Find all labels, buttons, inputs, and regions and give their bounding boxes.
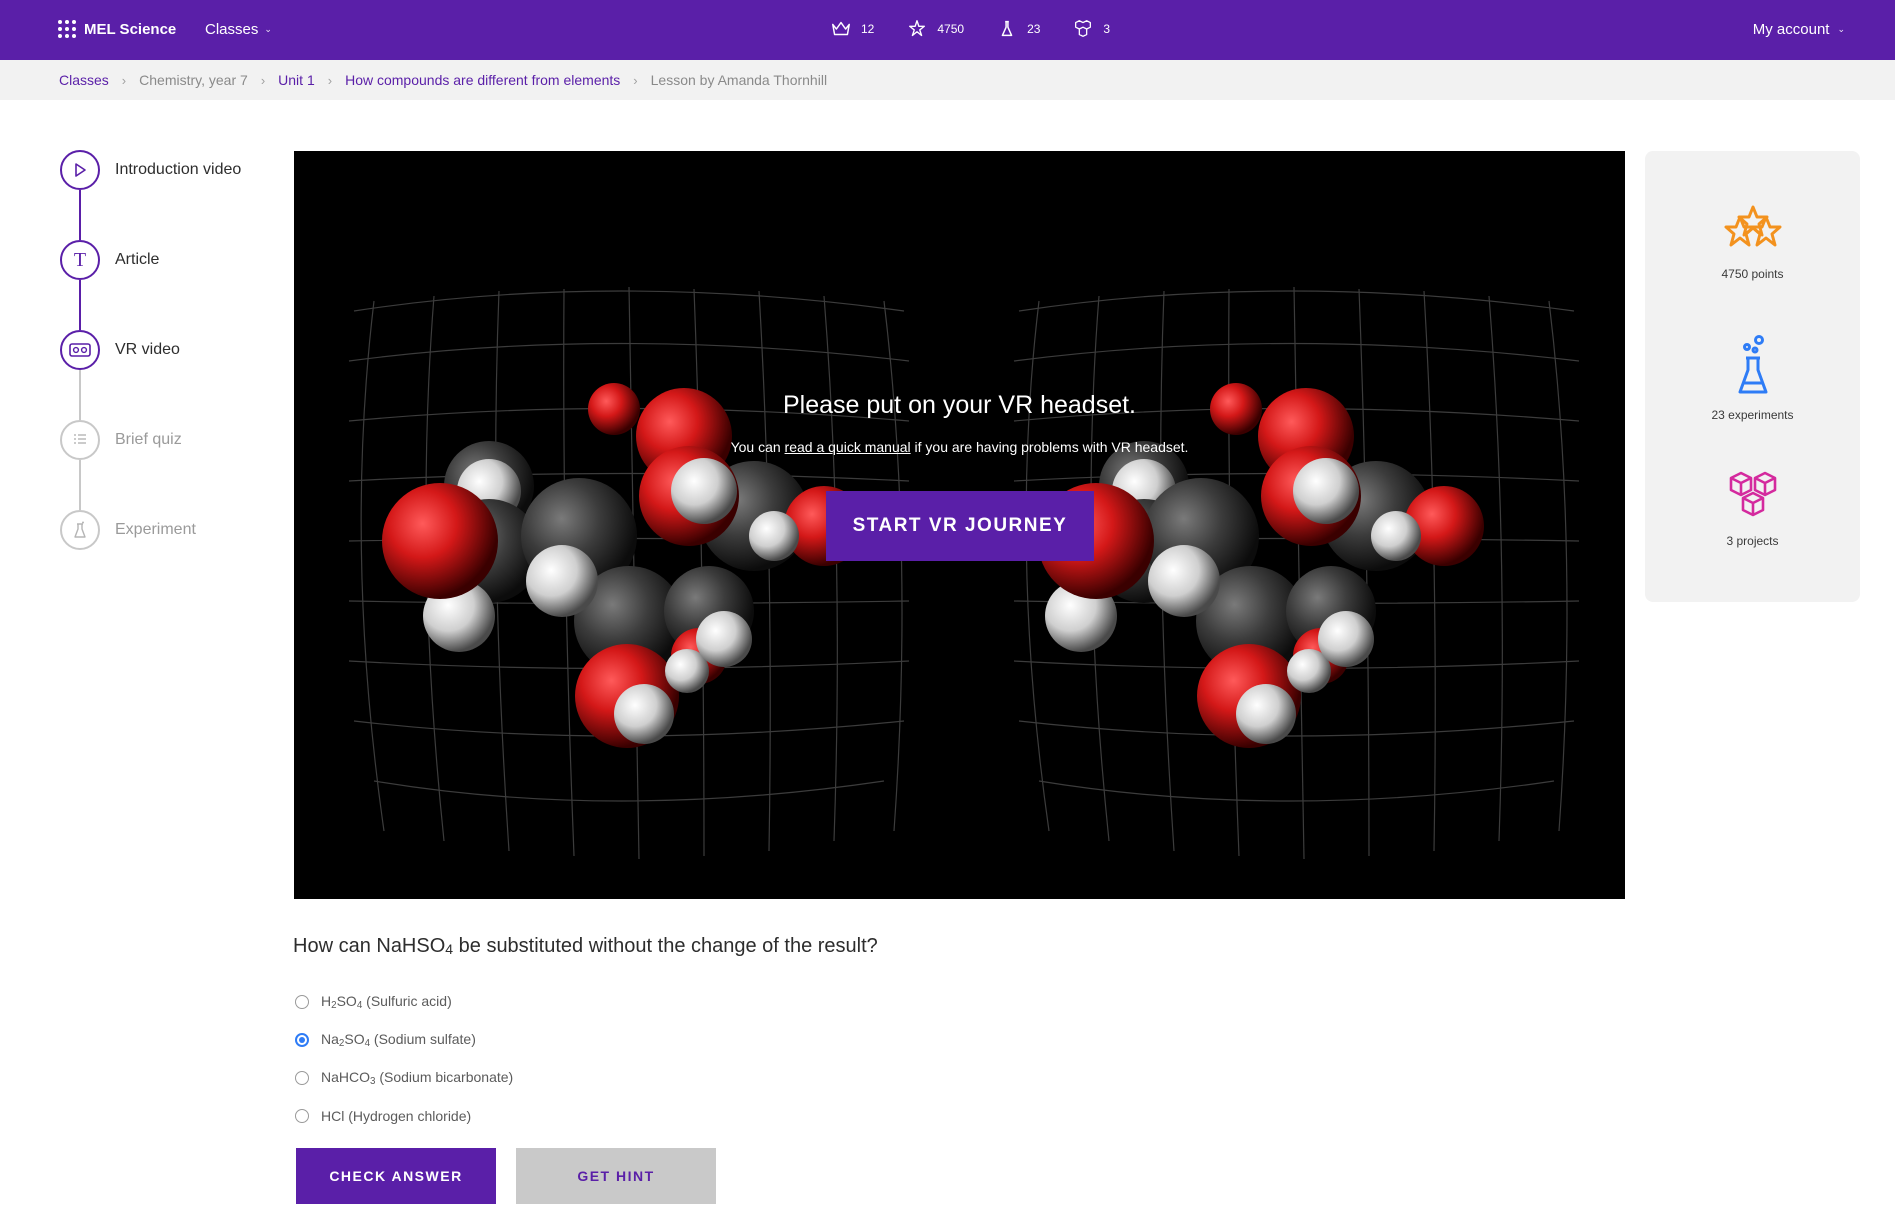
apps-grid-icon <box>58 20 76 38</box>
vr-help-suffix: if you are having problems with VR heads… <box>910 439 1189 455</box>
step-vr-video[interactable]: VR video <box>60 330 300 370</box>
my-account-menu[interactable]: My account ⌄ <box>1753 21 1845 38</box>
answer-option[interactable]: H2SO4 (Sulfuric acid) <box>295 983 513 1021</box>
stat-experiments[interactable]: 23 <box>996 18 1040 40</box>
stat-crowns-value: 12 <box>861 22 875 36</box>
breadcrumb: Classes › Chemistry, year 7 › Unit 1 › H… <box>59 72 827 88</box>
step-introduction-video[interactable]: Introduction video <box>60 150 300 190</box>
start-vr-journey-button[interactable]: START VR JOURNEY <box>826 491 1094 561</box>
flask-icon <box>1738 335 1767 394</box>
experiments-label: 23 experiments <box>1711 408 1794 422</box>
points-label: 4750 points <box>1721 267 1784 281</box>
question-suffix: be substituted without the change of the… <box>453 935 878 957</box>
points-summary: 4750 points <box>1645 203 1860 281</box>
option-label: NaHCO3 (Sodium bicarbonate) <box>321 1069 514 1087</box>
radio-button[interactable] <box>295 995 309 1009</box>
flask-icon <box>60 510 100 550</box>
left-molecule <box>382 383 864 748</box>
projects-label: 3 projects <box>1726 534 1779 548</box>
breadcrumb-classes[interactable]: Classes <box>59 72 109 88</box>
answer-option[interactable]: Na2SO4 (Sodium sulfate) <box>295 1021 513 1059</box>
play-icon <box>60 150 100 190</box>
step-brief-quiz[interactable]: Brief quiz <box>60 420 300 460</box>
achievements-panel: 4750 points 23 experiments 3 projects <box>1645 151 1860 602</box>
step-connector <box>79 460 81 510</box>
right-molecule <box>1038 383 1484 748</box>
answer-option[interactable]: NaHCO3 (Sodium bicarbonate) <box>295 1059 513 1097</box>
breadcrumb-separator: › <box>260 72 266 88</box>
question-prefix: How can NaHSO <box>293 935 446 957</box>
vr-headset-icon <box>60 330 100 370</box>
stat-projects[interactable]: 3 <box>1072 18 1110 40</box>
answer-option[interactable]: HCl (Hydrogen chloride) <box>295 1097 513 1135</box>
stat-projects-value: 3 <box>1103 22 1111 36</box>
breadcrumb-lesson: Lesson by Amanda Thornhill <box>650 72 828 88</box>
brand-name: MEL Science <box>84 20 177 38</box>
classes-menu[interactable]: Classes ⌄ <box>205 21 272 38</box>
stat-points-value: 4750 <box>937 22 965 36</box>
breadcrumb-separator: › <box>327 72 333 88</box>
radio-button[interactable] <box>295 1109 309 1123</box>
header-stats: 12 4750 23 3 <box>830 18 1110 40</box>
question-subscript: 4 <box>445 941 454 957</box>
answer-options: H2SO4 (Sulfuric acid) Na2SO4 (Sodium sul… <box>295 983 513 1135</box>
text-icon: T <box>60 240 100 280</box>
list-icon <box>60 420 100 460</box>
step-connector <box>79 280 81 330</box>
option-label: Na2SO4 (Sodium sulfate) <box>321 1031 476 1049</box>
experiments-summary: 23 experiments <box>1645 334 1860 422</box>
step-connector <box>79 190 81 240</box>
step-label: VR video <box>115 341 180 358</box>
top-navigation-bar: MEL Science Classes ⌄ 12 4750 23 3 My ac… <box>0 0 1895 60</box>
my-account-label: My account <box>1752 21 1830 38</box>
breadcrumb-unit[interactable]: Unit 1 <box>278 72 315 88</box>
breadcrumb-topic[interactable]: How compounds are different from element… <box>345 72 620 88</box>
brand-logo[interactable]: MEL Science <box>58 20 176 38</box>
get-hint-button[interactable]: GET HINT <box>516 1148 716 1204</box>
cubes-icon <box>1075 20 1092 37</box>
quick-manual-link[interactable]: read a quick manual <box>785 439 911 455</box>
step-connector <box>79 370 81 420</box>
quiz-question: How can NaHSO4 be substituted without th… <box>293 935 878 958</box>
cubes-icon <box>1729 471 1776 517</box>
step-label: Introduction video <box>115 161 242 178</box>
flask-icon <box>1001 20 1013 37</box>
check-answer-button[interactable]: CHECK ANSWER <box>296 1148 496 1204</box>
vr-headset-title: Please put on your VR headset. <box>782 391 1136 419</box>
option-label: H2SO4 (Sulfuric acid) <box>321 993 452 1011</box>
breadcrumb-course: Chemistry, year 7 <box>139 72 248 88</box>
vr-help-prefix: You can <box>730 439 785 455</box>
classes-menu-label: Classes <box>205 21 259 38</box>
step-experiment[interactable]: Experiment <box>60 510 300 550</box>
step-label: Brief quiz <box>115 431 182 448</box>
step-label: Article <box>115 251 160 268</box>
projects-summary: 3 projects <box>1645 468 1860 548</box>
breadcrumb-bar: Classes › Chemistry, year 7 › Unit 1 › H… <box>0 60 1895 100</box>
option-label: HCl (Hydrogen chloride) <box>321 1108 472 1124</box>
breadcrumb-separator: › <box>121 72 127 88</box>
step-article[interactable]: T Article <box>60 240 300 280</box>
radio-button-selected[interactable] <box>295 1033 309 1047</box>
chevron-down-icon: ⌄ <box>1837 24 1845 34</box>
stars-icon <box>909 20 926 37</box>
vr-video-player[interactable]: Please put on your VR headset. You can r… <box>294 151 1625 899</box>
radio-button[interactable] <box>295 1071 309 1085</box>
vr-help-text: You can read a quick manual if you are h… <box>294 439 1625 455</box>
chevron-down-icon: ⌄ <box>264 24 272 34</box>
step-label: Experiment <box>115 521 196 538</box>
crown-icon <box>832 21 850 36</box>
stat-experiments-value: 23 <box>1027 22 1041 36</box>
stat-crowns[interactable]: 12 <box>830 18 874 40</box>
stars-icon <box>1724 205 1781 247</box>
breadcrumb-separator: › <box>633 72 638 88</box>
stat-points[interactable]: 4750 <box>906 18 964 40</box>
